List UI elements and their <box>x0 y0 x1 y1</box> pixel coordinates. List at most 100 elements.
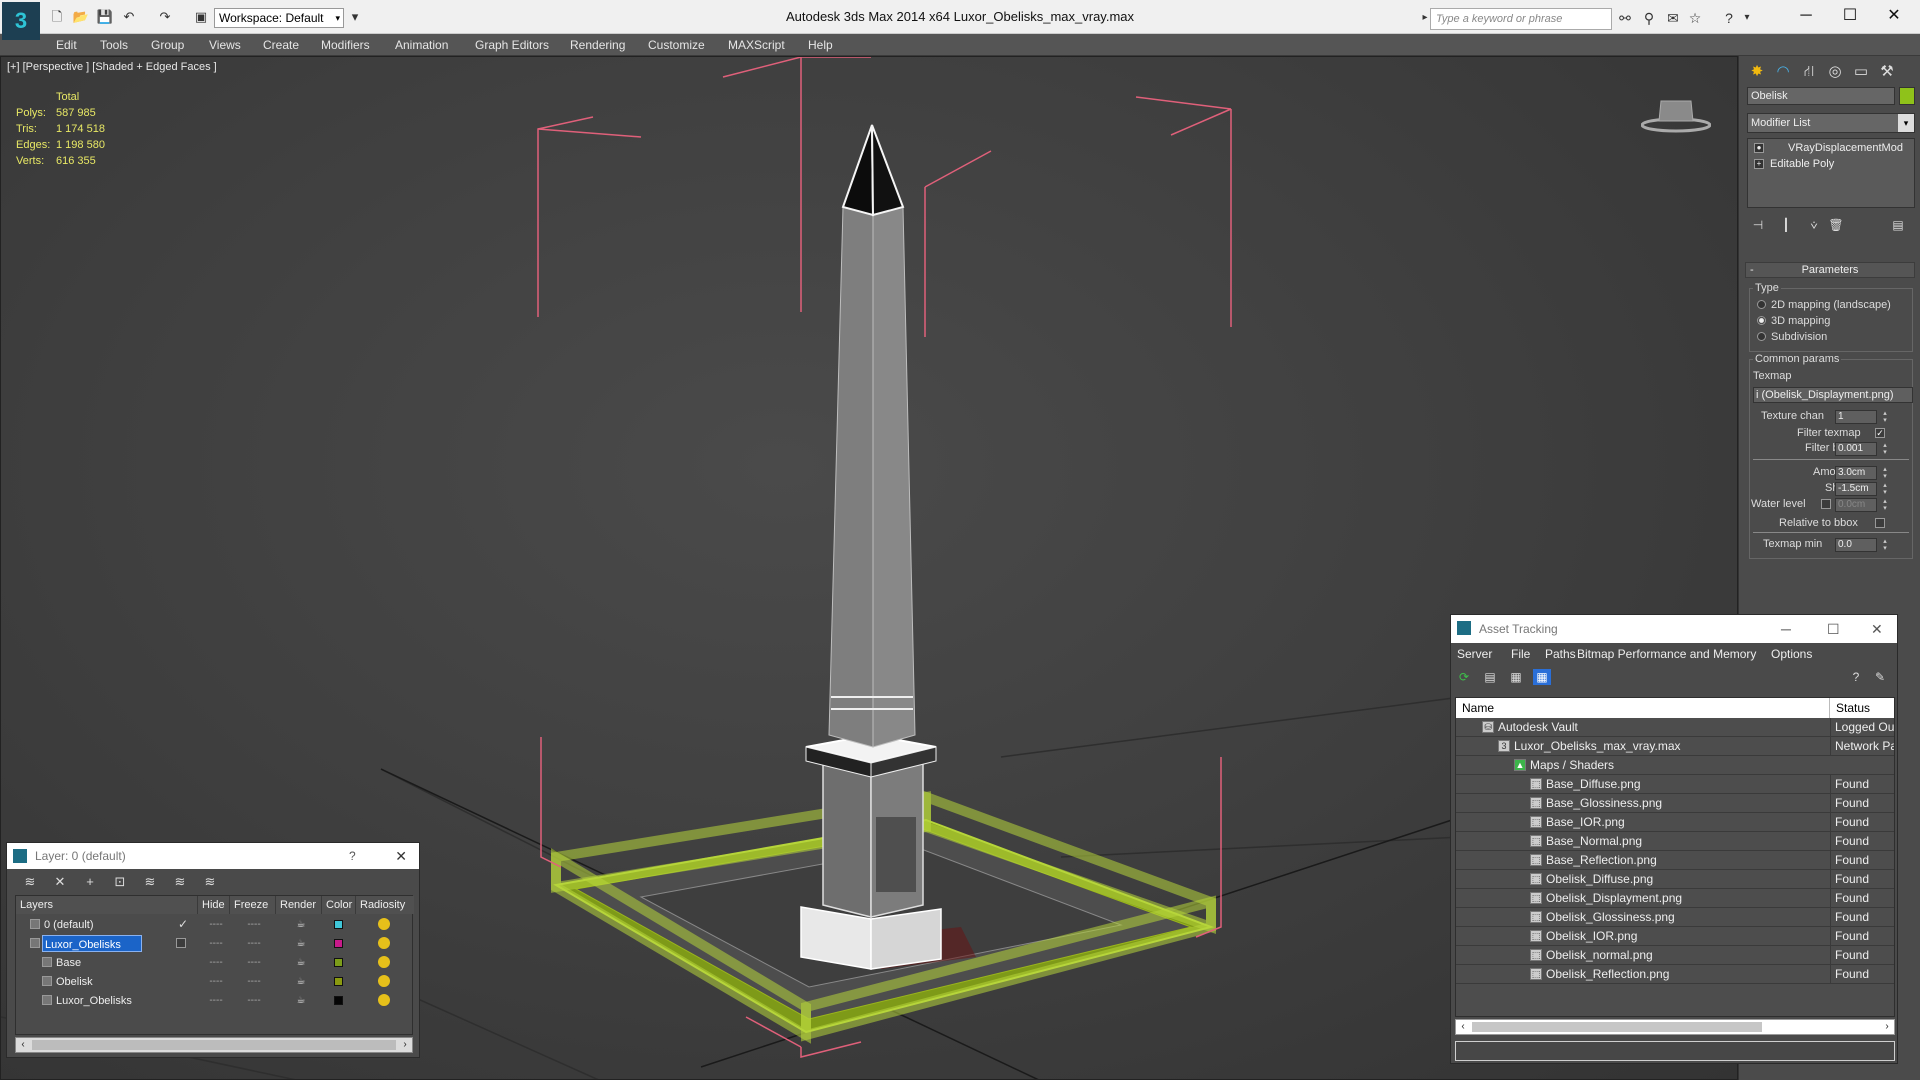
utilities-tab-icon[interactable]: ⚒ <box>1875 60 1899 84</box>
hide-toggle[interactable]: ---- <box>204 953 228 972</box>
menu-graph-editors[interactable]: Graph Editors <box>475 38 549 52</box>
object-color-swatch[interactable] <box>1899 87 1915 105</box>
radiosity-icon[interactable] <box>378 918 390 930</box>
menu-server[interactable]: Server <box>1457 647 1492 661</box>
create-tab-icon[interactable]: ✸ <box>1745 60 1769 84</box>
freeze-toggle[interactable]: ---- <box>242 915 266 934</box>
show-end-result-icon[interactable]: ┃ <box>1777 218 1795 234</box>
refresh-icon[interactable]: ⟳ <box>1455 669 1473 685</box>
list-view-icon[interactable]: ▤ <box>1481 669 1499 685</box>
asset-row[interactable]: ⬚ Obelisk_IOR.png Found <box>1456 927 1894 946</box>
freeze-all-icon[interactable]: ≋ <box>201 874 219 890</box>
communication-icon[interactable]: ✉ <box>1664 10 1682 26</box>
layer-color-swatch[interactable] <box>334 958 343 967</box>
close-icon[interactable]: ✕ <box>1871 615 1883 643</box>
display-tab-icon[interactable]: ▭ <box>1849 60 1873 84</box>
menu-create[interactable]: Create <box>263 38 299 52</box>
hide-toggle[interactable]: ---- <box>204 934 228 953</box>
scroll-left-icon[interactable]: ‹ <box>16 1038 30 1052</box>
scroll-right-icon[interactable]: › <box>1880 1020 1894 1034</box>
lightbulb-icon[interactable]: ● <box>1754 143 1764 153</box>
col-freeze[interactable]: Freeze <box>230 896 276 914</box>
remove-modifier-icon[interactable]: 🗑 <box>1827 218 1845 234</box>
table-view-icon[interactable]: ▦ <box>1533 669 1551 685</box>
layer-name[interactable]: Luxor_Obelisks <box>54 992 194 1009</box>
minimize-icon[interactable]: ─ <box>1786 4 1826 28</box>
binoculars-icon[interactable]: ⚯ <box>1616 10 1634 26</box>
help-icon[interactable]: ? <box>1847 669 1865 685</box>
motion-tab-icon[interactable]: ◎ <box>1823 60 1847 84</box>
parameters-rollout-header[interactable]: - Parameters <box>1745 262 1915 278</box>
menu-animation[interactable]: Animation <box>395 38 448 52</box>
asset-row[interactable]: ⬚ Obelisk_Glossiness.png Found <box>1456 908 1894 927</box>
shift-input[interactable]: -1.5cm <box>1835 482 1877 496</box>
radiosity-icon[interactable] <box>378 956 390 968</box>
layer-name[interactable]: Base <box>54 954 194 971</box>
viewport-label[interactable]: [+] [Perspective ] [Shaded + Edged Faces… <box>7 61 217 73</box>
menu-customize[interactable]: Customize <box>648 38 705 52</box>
layer-color-swatch[interactable] <box>334 977 343 986</box>
asset-row[interactable]: ⬚ Base_IOR.png Found <box>1456 813 1894 832</box>
modify-tab-icon[interactable]: ◠ <box>1771 60 1795 84</box>
menu-file[interactable]: File <box>1511 647 1530 661</box>
asset-row[interactable]: ▲ Maps / Shaders <box>1456 756 1894 775</box>
radiosity-icon[interactable] <box>378 994 390 1006</box>
menu-maxscript[interactable]: MAXScript <box>728 38 785 52</box>
layer-row[interactable]: 0 (default) ✓ ---- ---- ☕ <box>16 915 412 934</box>
water-level-input[interactable]: 0.0cm <box>1835 498 1877 512</box>
help-icon[interactable]: ? <box>349 843 356 869</box>
hide-toggle[interactable]: ---- <box>204 915 228 934</box>
col-radiosity[interactable]: Radiosity <box>356 896 414 914</box>
teapot-render-icon[interactable]: ☕ <box>292 934 310 953</box>
object-name-field[interactable]: Obelisk <box>1747 87 1895 105</box>
layer-name[interactable]: Luxor_Obelisks <box>42 935 142 952</box>
save-file-icon[interactable]: 💾 <box>96 9 114 25</box>
project-folder-icon[interactable]: ▣ <box>192 9 210 25</box>
texmap-button[interactable]: i (Obelisk_Displayment.png) <box>1753 387 1913 403</box>
texture-chan-input[interactable]: 1 <box>1835 410 1877 424</box>
scroll-thumb[interactable] <box>32 1040 396 1050</box>
col-layers[interactable]: Layers <box>16 896 198 914</box>
texmap-min-input[interactable]: 0.0 <box>1835 538 1877 552</box>
asset-row[interactable]: ⬚ Base_Reflection.png Found <box>1456 851 1894 870</box>
layer-window-titlebar[interactable]: Layer: 0 (default) ? ✕ <box>7 843 419 869</box>
menu-tools[interactable]: Tools <box>100 38 128 52</box>
teapot-render-icon[interactable]: ☕ <box>292 991 310 1010</box>
col-status[interactable]: Status <box>1830 698 1894 718</box>
stack-item-vraydisplacement[interactable]: ● VRayDisplacementMod <box>1750 141 1912 156</box>
menu-views[interactable]: Views <box>209 38 241 52</box>
teapot-render-icon[interactable]: ☕ <box>292 915 310 934</box>
spinner-icon[interactable]: ▴ ▾ <box>1881 498 1889 512</box>
asset-window-titlebar[interactable]: Asset Tracking ─ ☐ ✕ <box>1451 615 1897 643</box>
minimize-icon[interactable]: ─ <box>1781 615 1791 643</box>
menu-modifiers[interactable]: Modifiers <box>321 38 370 52</box>
spinner-icon[interactable]: ▴ ▾ <box>1881 410 1889 424</box>
viewcube-icon[interactable] <box>1641 95 1711 135</box>
layer-color-swatch[interactable] <box>334 939 343 948</box>
undo-icon[interactable]: ↶ <box>120 9 138 25</box>
layer-tool-icon[interactable]: ≋ <box>21 874 39 890</box>
freeze-toggle[interactable]: ---- <box>242 953 266 972</box>
menu-group[interactable]: Group <box>151 38 184 52</box>
modifier-list-dropdown[interactable]: Modifier List ▾ <box>1747 113 1915 133</box>
redo-icon[interactable]: ↷ <box>156 9 174 25</box>
spinner-icon[interactable]: ▴ ▾ <box>1881 538 1889 552</box>
menu-paths[interactable]: Paths <box>1545 647 1576 661</box>
expand-plus-icon[interactable]: + <box>1754 159 1764 169</box>
layer-row[interactable]: Luxor_Obelisks ---- ---- ☕ <box>16 991 412 1010</box>
freeze-toggle[interactable]: ---- <box>242 991 266 1010</box>
layer-row[interactable]: Luxor_Obelisks ---- ---- ☕ <box>16 934 412 953</box>
layer-row[interactable]: Obelisk ---- ---- ☕ <box>16 972 412 991</box>
asset-row[interactable]: ⬚ Obelisk_normal.png Found <box>1456 946 1894 965</box>
maximize-icon[interactable]: ☐ <box>1830 4 1870 28</box>
quick-access-more-icon[interactable]: ▾ <box>346 9 364 25</box>
spinner-icon[interactable]: ▴ ▾ <box>1881 442 1889 456</box>
asset-row[interactable]: ⬚ Obelisk_Displayment.png Found <box>1456 889 1894 908</box>
hide-all-icon[interactable]: ≋ <box>171 874 189 890</box>
scroll-thumb[interactable] <box>1472 1022 1762 1032</box>
layer-color-swatch[interactable] <box>334 996 343 1005</box>
relative-bbox-checkbox[interactable] <box>1875 518 1885 528</box>
radio-3d-mapping[interactable]: 3D mapping <box>1757 315 1830 327</box>
radio-subdivision[interactable]: Subdivision <box>1757 331 1827 343</box>
thumbnail-view-icon[interactable]: ▦ <box>1507 669 1525 685</box>
